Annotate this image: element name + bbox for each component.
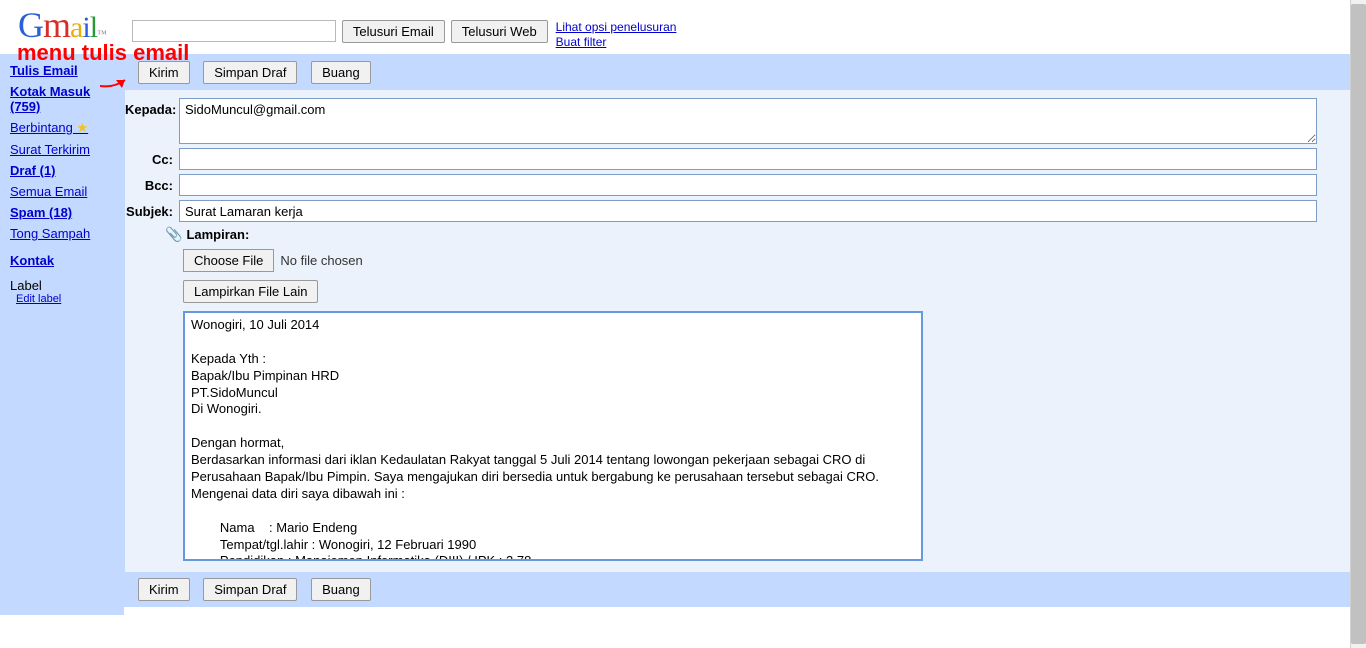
annotation-text: menu tulis email xyxy=(17,40,189,66)
sidebar: Tulis Email Kotak Masuk (759) Berbintang… xyxy=(0,55,124,615)
bcc-label: Bcc: xyxy=(125,174,179,193)
trash-link[interactable]: Tong Sampah xyxy=(10,226,116,241)
attachment-label: Lampiran: xyxy=(186,227,249,242)
attachment-icon: 📎 xyxy=(165,226,182,243)
to-label: Kepada: xyxy=(125,98,179,117)
cc-input[interactable] xyxy=(179,148,1317,170)
choose-file-button[interactable]: Choose File xyxy=(183,249,274,272)
search-options-link[interactable]: Lihat opsi penelusuran xyxy=(556,20,677,35)
starred-link[interactable]: Berbintang ★ xyxy=(10,120,116,136)
sent-link[interactable]: Surat Terkirim xyxy=(10,142,116,157)
search-mail-button[interactable]: Telusuri Email xyxy=(342,20,445,43)
email-body-input[interactable] xyxy=(183,311,923,561)
save-draft-button[interactable]: Simpan Draf xyxy=(203,61,297,84)
subject-label: Subjek: xyxy=(125,200,179,219)
file-chosen-text: No file chosen xyxy=(280,253,362,268)
label-header: Label xyxy=(10,278,116,293)
spam-link[interactable]: Spam (18) xyxy=(10,205,116,220)
edit-label-link[interactable]: Edit label xyxy=(16,293,116,305)
cc-label: Cc: xyxy=(125,148,179,167)
all-mail-link[interactable]: Semua Email xyxy=(10,184,116,199)
bottom-toolbar: Kirim Simpan Draf Buang xyxy=(124,572,1366,607)
top-toolbar: Kirim Simpan Draf Buang xyxy=(124,55,1366,90)
to-input[interactable] xyxy=(179,98,1317,144)
attach-more-button[interactable]: Lampirkan File Lain xyxy=(183,280,318,303)
search-web-button[interactable]: Telusuri Web xyxy=(451,20,548,43)
annotation-arrow-icon xyxy=(100,66,140,96)
draft-link[interactable]: Draf (1) xyxy=(10,163,116,178)
star-icon: ★ xyxy=(77,120,89,135)
compose-form: Kepada: Cc: Bcc: Subjek: 📎 Lampiran: Cho… xyxy=(124,90,1366,572)
discard-button[interactable]: Buang xyxy=(311,61,371,84)
subject-input[interactable] xyxy=(179,200,1317,222)
vertical-scrollbar[interactable] xyxy=(1350,0,1366,648)
create-filter-link[interactable]: Buat filter xyxy=(556,35,677,50)
bcc-input[interactable] xyxy=(179,174,1317,196)
search-input[interactable] xyxy=(132,20,336,42)
contacts-link[interactable]: Kontak xyxy=(10,253,116,268)
send-button-bottom[interactable]: Kirim xyxy=(138,578,190,601)
discard-button-bottom[interactable]: Buang xyxy=(311,578,371,601)
save-draft-button-bottom[interactable]: Simpan Draf xyxy=(203,578,297,601)
